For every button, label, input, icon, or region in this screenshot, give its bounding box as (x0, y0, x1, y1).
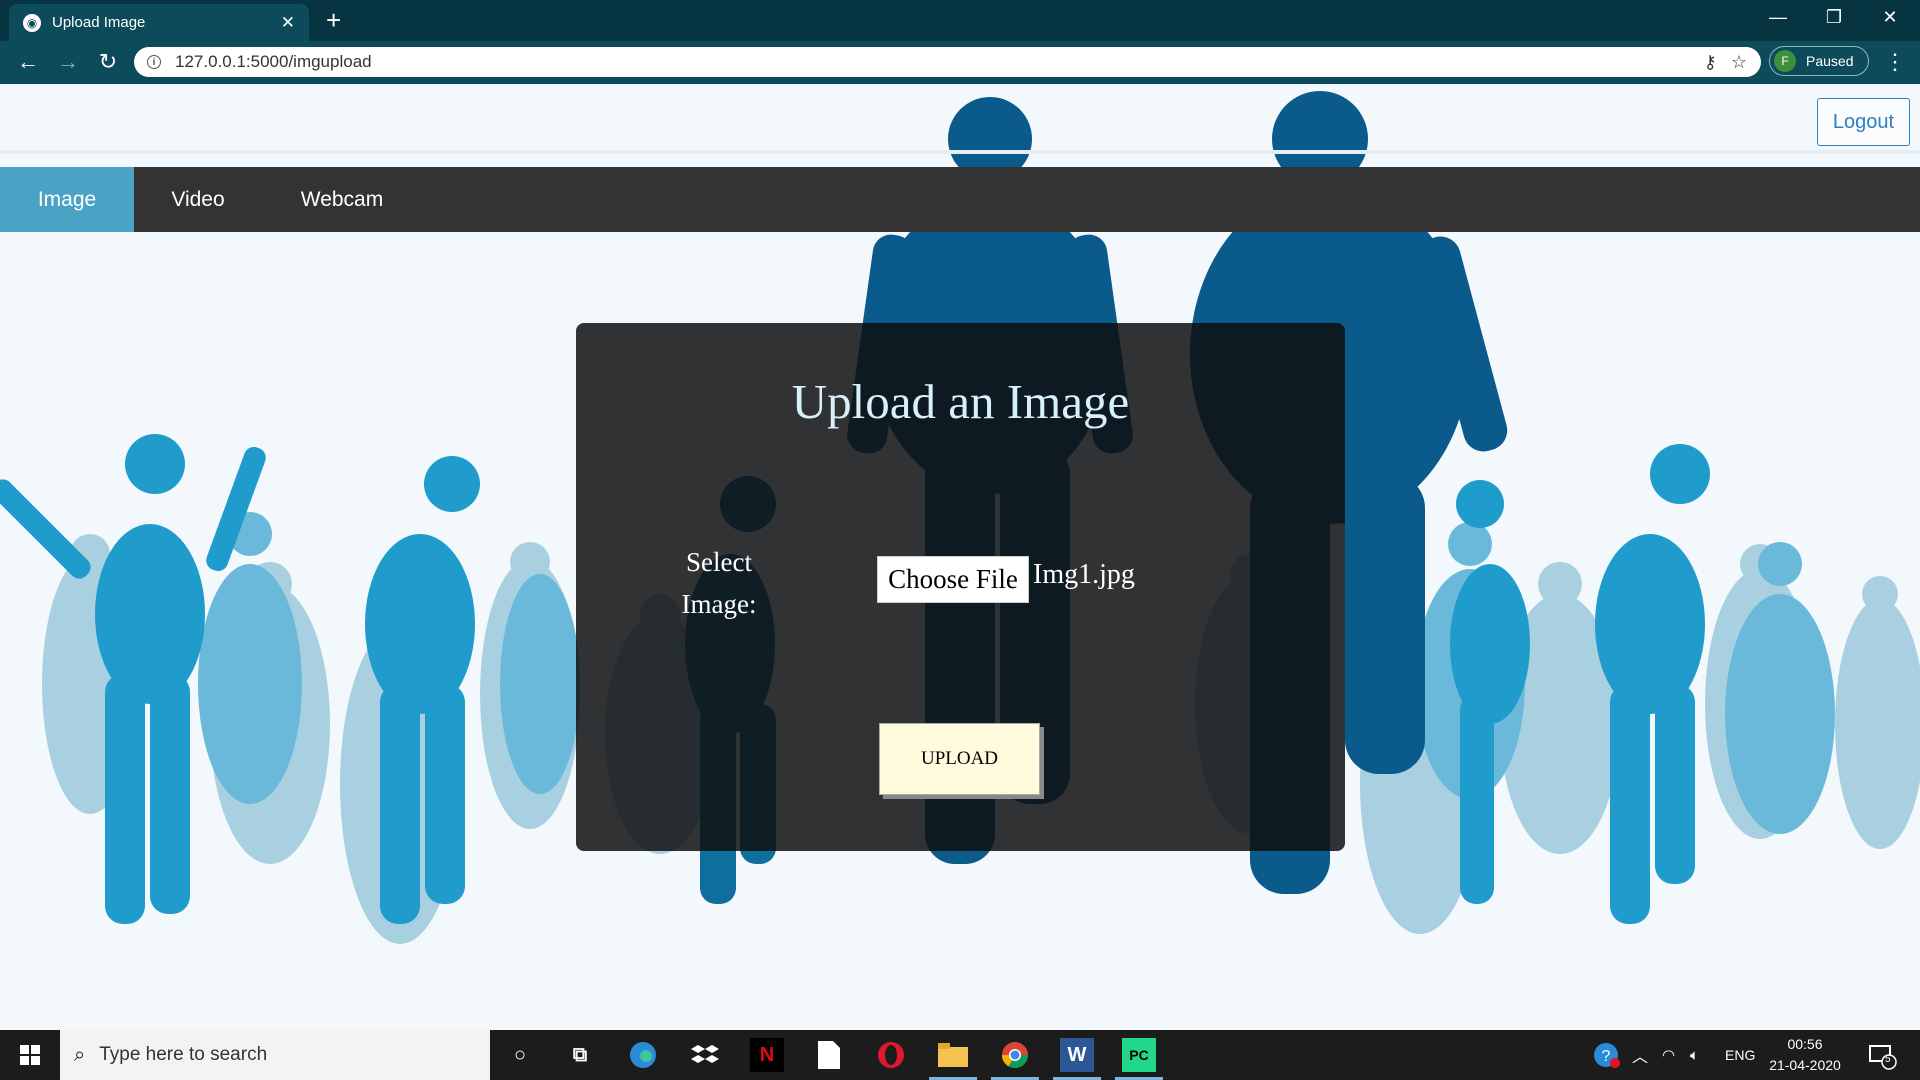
avatar: F (1774, 50, 1796, 72)
dropbox-icon[interactable] (688, 1038, 722, 1072)
file-icon[interactable] (812, 1038, 846, 1072)
forward-arrow-icon[interactable]: → (53, 49, 83, 75)
address-bar[interactable]: i 127.0.0.1:5000/imgupload ⚷ ☆ (134, 47, 1761, 77)
minimize-icon[interactable]: — (1758, 7, 1798, 28)
windows-taskbar: ⌕ Type here to search ○ ⧉ N W PC ? ︿ ◠ 🔈… (0, 1030, 1920, 1080)
new-tab-button[interactable]: + (326, 6, 341, 34)
taskbar-search-box[interactable]: ⌕ Type here to search (60, 1030, 490, 1080)
nav-tab-video[interactable]: Video (134, 167, 262, 232)
close-tab-icon[interactable]: ✕ (281, 14, 295, 31)
page-content: Logout Image Video Webcam Upload an Imag… (0, 84, 1920, 1030)
selected-file-name: Img1.jpg (1033, 559, 1135, 590)
menu-kebab-icon[interactable]: ⋮ (1884, 49, 1906, 75)
tab-title: Upload Image (52, 14, 146, 31)
notification-count: 5 (1885, 1054, 1891, 1065)
window-close-icon[interactable]: ✕ (1870, 7, 1910, 28)
edge-icon[interactable] (626, 1038, 660, 1072)
main-navbar: Image Video Webcam (0, 167, 1920, 232)
search-icon: ⌕ (74, 1043, 86, 1066)
chevron-up-icon[interactable]: ︿ (1632, 1030, 1648, 1080)
browser-toolbar: ← → ↻ i 127.0.0.1:5000/imgupload ⚷ ☆ F P… (0, 41, 1920, 84)
globe-icon: ◉ (23, 13, 41, 32)
windows-start-icon[interactable] (0, 1030, 60, 1080)
nav-tab-image[interactable]: Image (0, 167, 134, 232)
svg-text:?: ? (1602, 1048, 1611, 1065)
clock-time: 00:56 (1787, 1036, 1823, 1052)
back-arrow-icon[interactable]: ← (13, 49, 43, 75)
profile-status: Paused (1806, 53, 1854, 69)
url-text[interactable]: 127.0.0.1:5000/imgupload (175, 52, 1704, 72)
select-image-label: Select Image: (664, 541, 774, 625)
language-indicator[interactable]: ENG (1725, 1030, 1755, 1080)
pycharm-icon[interactable]: PC (1122, 1038, 1156, 1072)
site-info-icon[interactable]: i (147, 55, 161, 69)
volume-icon[interactable]: 🔈︎ (1690, 1030, 1699, 1080)
notification-center-icon[interactable]: 5 (1867, 1030, 1897, 1080)
upload-button[interactable]: UPLOAD (879, 723, 1040, 795)
wifi-icon[interactable]: ◠ (1662, 1030, 1675, 1080)
chrome-icon[interactable] (998, 1038, 1032, 1072)
select-label-line2: Image: (681, 589, 757, 619)
search-placeholder: Type here to search (99, 1044, 268, 1065)
word-icon[interactable]: W (1060, 1038, 1094, 1072)
task-view-icon[interactable]: ⧉ (563, 1038, 597, 1072)
choose-file-button[interactable]: Choose File (877, 556, 1029, 603)
reload-icon[interactable]: ↻ (93, 49, 123, 75)
file-explorer-icon[interactable] (936, 1038, 970, 1072)
opera-icon[interactable] (874, 1038, 908, 1072)
taskbar-clock[interactable]: 00:56 21-04-2020 (1762, 1034, 1848, 1076)
help-icon[interactable]: ? (1593, 1030, 1621, 1080)
clock-date: 21-04-2020 (1769, 1057, 1841, 1073)
profile-button[interactable]: F Paused (1769, 46, 1869, 76)
upload-title: Upload an Image (791, 374, 1130, 429)
key-icon[interactable]: ⚷ (1704, 52, 1717, 73)
cortana-icon[interactable]: ○ (503, 1038, 537, 1072)
star-bookmark-icon[interactable]: ☆ (1731, 52, 1747, 73)
select-label-line1: Select (686, 547, 752, 577)
netflix-icon[interactable]: N (750, 1038, 784, 1072)
upload-form-card: Upload an Image Select Image: Choose Fil… (576, 323, 1345, 851)
logout-button[interactable]: Logout (1817, 98, 1910, 146)
browser-tab[interactable]: ◉ Upload Image ✕ (9, 4, 309, 41)
top-header: Logout (0, 84, 1920, 154)
restore-icon[interactable]: ❐ (1814, 7, 1854, 28)
tab-strip: ◉ Upload Image ✕ + — ❐ ✕ (0, 0, 1920, 41)
nav-tab-webcam[interactable]: Webcam (262, 167, 422, 232)
